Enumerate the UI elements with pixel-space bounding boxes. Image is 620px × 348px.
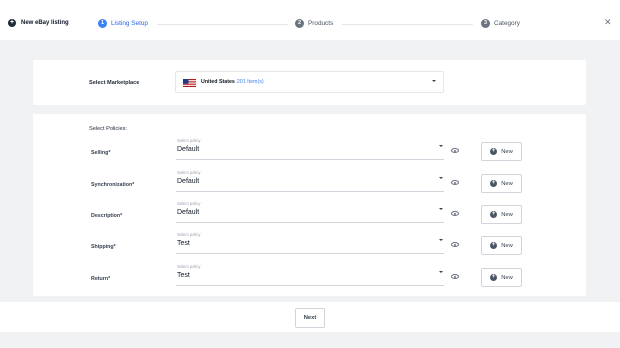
eye-icon[interactable] bbox=[451, 274, 459, 279]
step-divider bbox=[157, 24, 288, 25]
close-icon[interactable]: ✕ bbox=[604, 18, 612, 27]
step-category[interactable]: 3 Category bbox=[481, 19, 520, 28]
select-value: Default bbox=[177, 146, 200, 153]
policy-row-return: Return* Select policy Test + New bbox=[33, 264, 586, 288]
marketplace-country: United States bbox=[201, 79, 235, 85]
eye-icon[interactable] bbox=[451, 148, 459, 153]
policies-card: Select Policies: Selling* Select policy … bbox=[33, 114, 586, 296]
new-button-label: New bbox=[501, 242, 513, 249]
new-button-label: New bbox=[501, 148, 513, 155]
select-value: Test bbox=[177, 272, 190, 279]
new-policy-button[interactable]: + New bbox=[481, 205, 522, 224]
new-policy-button[interactable]: + New bbox=[481, 268, 522, 287]
select-hint: Select policy bbox=[177, 170, 201, 175]
new-policy-button[interactable]: + New bbox=[481, 174, 522, 193]
step-label: Products bbox=[308, 20, 334, 27]
select-value: Default bbox=[177, 178, 200, 185]
plus-circle-icon: + bbox=[490, 180, 498, 187]
policy-select-return[interactable]: Select policy Test bbox=[176, 264, 444, 286]
listing-title: + New eBay listing bbox=[8, 19, 69, 27]
marketplace-card: Select Marketplace United States 201 Item… bbox=[33, 60, 586, 105]
policy-row-description: Description* Select policy Default + New bbox=[33, 201, 586, 225]
policy-label: Return* bbox=[91, 276, 111, 282]
plus-circle-icon: + bbox=[490, 148, 498, 155]
policy-row-shipping: Shipping* Select policy Test + New bbox=[33, 232, 586, 256]
select-hint: Select policy bbox=[177, 264, 201, 269]
step-number: 3 bbox=[481, 19, 490, 28]
plus-circle-icon: + bbox=[490, 274, 498, 281]
select-value: Default bbox=[177, 209, 200, 216]
policy-row-synchronization: Synchronization* Select policy Default +… bbox=[33, 170, 586, 194]
footer-bar: Next bbox=[0, 302, 620, 332]
new-policy-button[interactable]: + New bbox=[481, 142, 522, 161]
new-button-label: New bbox=[501, 180, 513, 187]
select-hint: Select policy bbox=[177, 232, 201, 237]
eye-icon[interactable] bbox=[451, 180, 459, 185]
chevron-down-icon bbox=[439, 271, 443, 273]
step-label: Listing Setup bbox=[111, 20, 148, 27]
chevron-down-icon bbox=[439, 208, 443, 210]
top-bar: + New eBay listing 1 Listing Setup 2 Pro… bbox=[0, 0, 620, 40]
policy-label: Selling* bbox=[91, 150, 111, 156]
policy-row-selling: Selling* Select policy Default + New bbox=[33, 138, 586, 162]
marketplace-label: Select Marketplace bbox=[89, 80, 140, 86]
new-policy-button[interactable]: + New bbox=[481, 236, 522, 255]
step-divider bbox=[342, 24, 473, 25]
policy-select-selling[interactable]: Select policy Default bbox=[176, 138, 444, 160]
policies-title: Select Policies: bbox=[89, 126, 127, 132]
policy-label: Synchronization* bbox=[91, 182, 135, 188]
policy-label: Shipping* bbox=[91, 244, 116, 250]
marketplace-select[interactable]: United States 201 Item(s) bbox=[175, 71, 444, 93]
policy-select-description[interactable]: Select policy Default bbox=[176, 201, 444, 223]
new-button-label: New bbox=[501, 274, 513, 281]
plus-circle-icon: + bbox=[8, 19, 16, 27]
next-button[interactable]: Next bbox=[295, 308, 325, 328]
marketplace-item-count: 201 Item(s) bbox=[236, 79, 264, 85]
plus-circle-icon: + bbox=[490, 211, 498, 218]
eye-icon[interactable] bbox=[451, 242, 459, 247]
step-label: Category bbox=[494, 20, 520, 27]
eye-icon[interactable] bbox=[451, 211, 459, 216]
policy-select-synchronization[interactable]: Select policy Default bbox=[176, 170, 444, 192]
policy-label: Description* bbox=[91, 213, 123, 219]
step-products[interactable]: 2 Products bbox=[295, 19, 333, 28]
select-value: Test bbox=[177, 240, 190, 247]
plus-circle-icon: + bbox=[490, 242, 498, 249]
chevron-down-icon bbox=[439, 145, 443, 147]
us-flag-icon bbox=[183, 79, 196, 87]
step-number: 1 bbox=[98, 19, 107, 28]
new-button-label: New bbox=[501, 211, 513, 218]
chevron-down-icon bbox=[439, 177, 443, 179]
chevron-down-icon bbox=[432, 80, 436, 82]
chevron-down-icon bbox=[439, 239, 443, 241]
listing-title-text: New eBay listing bbox=[21, 20, 69, 26]
step-listing-setup[interactable]: 1 Listing Setup bbox=[98, 19, 148, 28]
select-hint: Select policy bbox=[177, 201, 201, 206]
step-number: 2 bbox=[295, 19, 304, 28]
marketplace-value: United States 201 Item(s) bbox=[201, 79, 264, 85]
policy-select-shipping[interactable]: Select policy Test bbox=[176, 232, 444, 254]
select-hint: Select policy bbox=[177, 138, 201, 143]
